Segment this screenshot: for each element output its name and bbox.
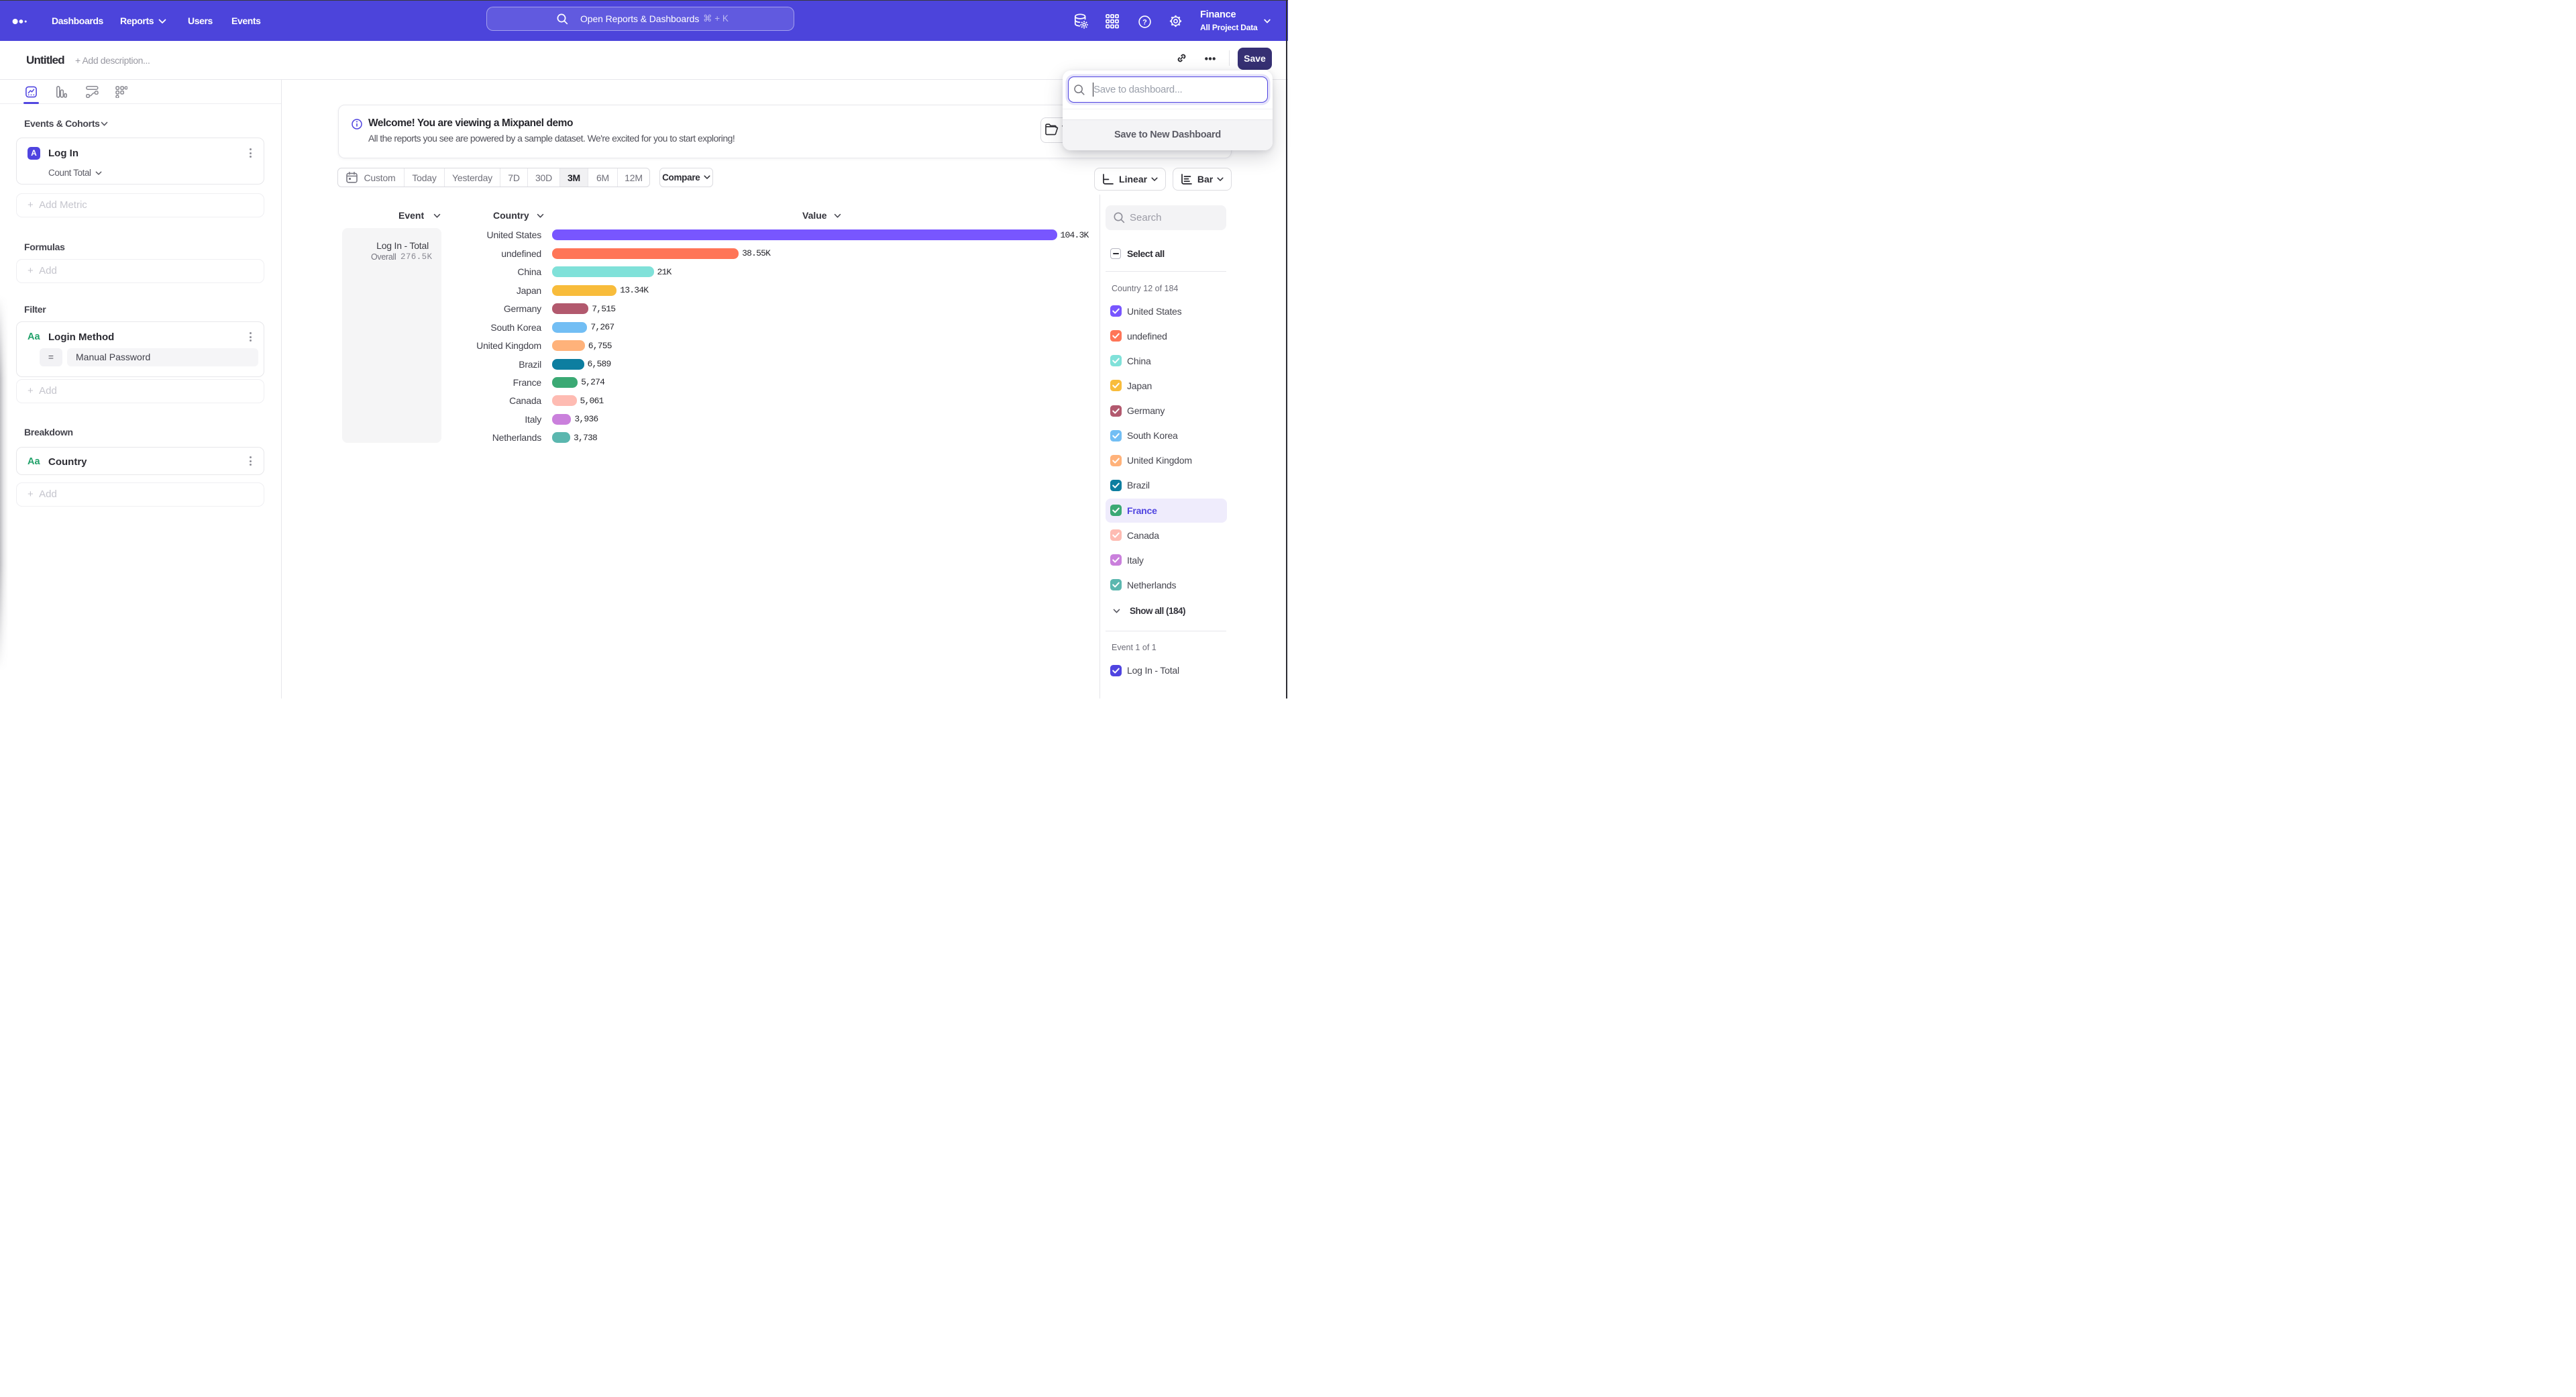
svg-text:?: ? xyxy=(1142,18,1147,26)
